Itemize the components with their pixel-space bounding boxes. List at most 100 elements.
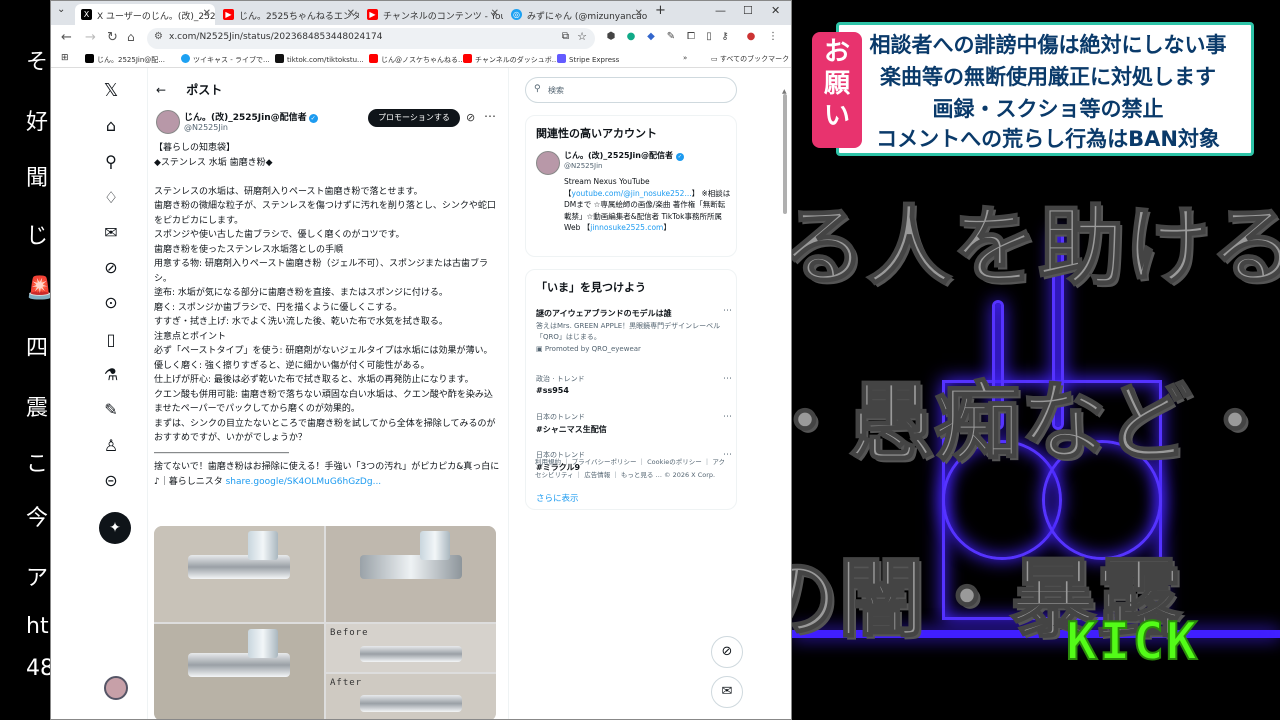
extension-icon[interactable]: ◆ [645, 31, 657, 43]
post-link[interactable]: share.google/SK4OLMuG6hGzDg... [226, 477, 382, 487]
bio-link[interactable]: jinnosuke2525.com [590, 223, 663, 232]
key-icon[interactable]: ⚷ [719, 31, 731, 43]
puzzle-icon[interactable]: ⧠ [685, 31, 697, 43]
close-icon[interactable]: ✕ [347, 8, 355, 19]
trend-item[interactable]: 日本のトレンド #シャニマス生配信 ⋯ [536, 412, 732, 435]
grok-icon[interactable]: ⊘ [711, 636, 743, 668]
bookmark-item[interactable]: じん。2525Jin@配... [85, 54, 165, 65]
bio-link[interactable]: youtube.com/@jin_nosuke252... [572, 189, 692, 198]
site-info-icon[interactable]: ⚙ [154, 31, 163, 42]
extension-icon[interactable]: ✎ [665, 31, 677, 43]
back-arrow-icon[interactable]: ← [61, 30, 72, 45]
trend-item[interactable]: 政治 · トレンド #ss954 ⋯ [536, 374, 732, 395]
right-sidebar: ⚲ 検索 関連性の高いアカウント じん。(改)_2525Jin@配信者 ✓ @N… [525, 68, 743, 719]
new-tab-button[interactable]: + [655, 3, 666, 18]
x-page: 𝕏 ⌂ ⚲ ♢ ✉ ⊘ ⊙ ▯ ⚗ ✎ ♙ ⊝ ✦ ← ポスト じん。(改)_2… [51, 68, 791, 719]
show-more-link[interactable]: さらに表示 [536, 492, 579, 504]
close-icon[interactable]: ✕ [203, 8, 211, 19]
related-account-handle[interactable]: @N2525Jin [564, 162, 603, 170]
menu-icon[interactable]: ⋮ [767, 31, 779, 43]
apps-icon[interactable]: ⊞ [61, 53, 69, 63]
related-account-bio: Stream Nexus YouTube 【youtube.com/@jin_n… [564, 177, 731, 232]
scrollbar-thumb[interactable] [783, 94, 787, 214]
communities-icon[interactable]: ⊙ [99, 293, 123, 312]
star-icon[interactable]: ☆ [577, 30, 587, 43]
close-icon[interactable]: ✕ [491, 8, 499, 19]
url-input[interactable]: ⚙ x.com/N2525Jin/status/2023684853448024… [147, 28, 595, 49]
x-icon: X [81, 9, 92, 20]
bookmarks-icon[interactable]: ▯ [99, 330, 123, 349]
extension-icon[interactable]: ● [625, 31, 637, 43]
author-handle[interactable]: @N2525Jin [184, 123, 228, 132]
tab-youtube-studio[interactable]: ▶ チャンネルのコンテンツ - YouTube S ✕ [361, 4, 503, 25]
more-options-icon[interactable]: ⋯ [723, 306, 732, 316]
search-icon: ⚲ [534, 84, 541, 94]
x-logo-icon[interactable]: 𝕏 [99, 80, 123, 101]
page-title: ポスト [186, 83, 223, 97]
avatar[interactable] [156, 110, 180, 134]
address-bar: ← → ↻ ⌂ ⚙ x.com/N2525Jin/status/20236848… [51, 25, 791, 51]
twitcasting-icon: ◎ [511, 9, 522, 20]
tab-twitcasting[interactable]: ◎ みずにゃん (@mizunyancao) さん ✕ [505, 4, 647, 25]
media-image[interactable] [326, 526, 496, 622]
bookmark-item[interactable]: ツイキャス - ライブで... [181, 54, 270, 65]
panel-icon[interactable]: ▯ [703, 31, 715, 43]
jobs-icon[interactable]: ⚗ [99, 365, 123, 384]
scrollbar[interactable]: ▲ [782, 88, 788, 688]
media-image-after[interactable]: After [326, 674, 496, 719]
explore-icon[interactable]: ⚲ [99, 152, 123, 171]
tab-youtube-channel[interactable]: ▶ じん。2525ちゃんねるエンタメ Tube ✕ [217, 4, 359, 25]
media-image[interactable] [154, 526, 324, 622]
back-arrow-icon[interactable]: ← [156, 83, 166, 97]
related-account-name[interactable]: じん。(改)_2525Jin@配信者 ✓ [564, 150, 684, 161]
chevron-right-icon[interactable]: » [683, 54, 687, 62]
search-input[interactable]: ⚲ 検索 [525, 77, 737, 103]
x-icon [85, 54, 94, 63]
grok-icon[interactable]: ⊘ [466, 111, 475, 124]
avatar[interactable] [104, 676, 128, 700]
post-text: 【暮らしの知恵袋】 ◆ステンレス 水垢 歯磨き粉◆ ステンレスの水垢は、研磨剤入… [154, 143, 500, 487]
home-icon[interactable]: ⌂ [99, 116, 123, 135]
bookmark-item[interactable]: じん@ノスケちゃんねる... [369, 54, 465, 65]
more-options-icon[interactable]: ⋯ [723, 374, 732, 384]
background-text: る人を助ける [792, 196, 1280, 298]
media-image[interactable] [154, 624, 324, 719]
trend-item[interactable]: 謎のアイウェアブランドのモデルは誰 答えはMrs. GREEN APPLE！黒眼… [536, 306, 732, 355]
forward-arrow-icon[interactable]: → [85, 30, 96, 45]
author-name[interactable]: じん。(改)_2525Jin@配信者 ✓ [184, 110, 318, 123]
left-overlay-strip: そ好聞じ 🚨 四震こ今ア ht 48 [0, 0, 54, 720]
avatar[interactable] [536, 151, 560, 175]
home-icon[interactable]: ⌂ [127, 30, 135, 44]
more-options-icon[interactable]: ⋯ [484, 109, 496, 123]
verified-badge-icon: ✓ [675, 153, 684, 161]
notifications-icon[interactable]: ♢ [99, 188, 123, 207]
all-bookmarks[interactable]: ▭ すべてのブックマーク [711, 54, 789, 64]
profile-icon[interactable]: ● [745, 31, 757, 43]
bookmark-item[interactable]: tiktok.com/tiktokstu... [275, 54, 364, 64]
promote-button[interactable]: プロモーションする [368, 109, 460, 127]
minimize-button[interactable]: — [715, 4, 726, 17]
compose-post-button[interactable]: ✦ [99, 512, 131, 544]
grok-icon[interactable]: ⊘ [99, 258, 123, 277]
messages-icon[interactable]: ✉ [99, 223, 123, 242]
maximize-button[interactable]: ☐ [743, 4, 753, 17]
close-icon[interactable]: ✕ [635, 8, 643, 19]
notice-line: コメントへの荒らし行為はBAN対象 [876, 127, 1220, 151]
lists-icon[interactable]: ✎ [99, 400, 123, 419]
post-media[interactable]: Before After [154, 526, 496, 719]
install-icon[interactable]: ⧉ [562, 31, 569, 42]
footer-links[interactable]: 利用規約 ｜ プライバシーポリシー ｜ Cookieのポリシー ｜ アクセシビリ… [535, 456, 731, 482]
window-close-button[interactable]: ✕ [771, 4, 780, 17]
bookmark-item[interactable]: Stripe Express [557, 54, 619, 64]
background-text: ・愚痴など・・・ [792, 372, 1280, 474]
more-options-icon[interactable]: ⋯ [723, 412, 732, 422]
messages-icon[interactable]: ✉ [711, 676, 743, 708]
tab-search-icon[interactable]: ⌄ [57, 4, 65, 15]
media-image-before[interactable]: Before [326, 624, 496, 672]
bookmark-item[interactable]: チャンネルのダッシュボ... [463, 54, 558, 65]
tab-x-post[interactable]: X X ユーザーのじん。(改)_2525Jin@配 ✕ [75, 4, 215, 25]
reload-icon[interactable]: ↻ [107, 30, 118, 45]
profile-icon[interactable]: ♙ [99, 436, 123, 455]
more-icon[interactable]: ⊝ [99, 471, 123, 490]
extension-icon[interactable]: ⬢ [605, 31, 617, 43]
